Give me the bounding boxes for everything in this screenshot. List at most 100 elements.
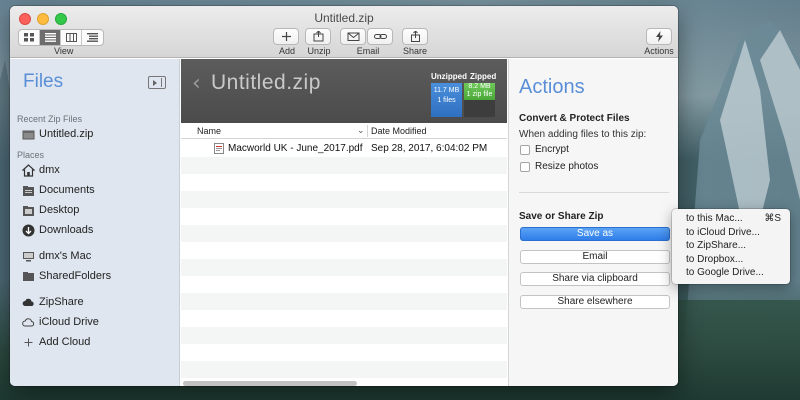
save-as-button[interactable]: Save as <box>520 227 670 241</box>
share-elsewhere-button[interactable]: Share elsewhere <box>520 295 670 309</box>
computer-icon <box>21 249 35 263</box>
back-chevron-icon[interactable]: ‹ <box>192 71 201 96</box>
resize-label: Resize photos <box>535 161 599 172</box>
actions-button[interactable] <box>646 28 672 45</box>
sidebar-item-label: Desktop <box>39 204 80 216</box>
add-button[interactable] <box>273 28 299 45</box>
save-as-menu: to this Mac... ⌘S to iCloud Drive... to … <box>672 209 790 284</box>
zip-archive-icon <box>21 127 35 141</box>
zip-header: ‹ Untitled.zip Unzipped Zipped 11.7 MB 1… <box>181 59 507 123</box>
section-divider <box>519 192 669 193</box>
share-button[interactable] <box>402 28 428 45</box>
actions-title: Actions <box>519 76 585 98</box>
sidebar-item-dmx-mac[interactable]: dmx's Mac <box>21 248 91 264</box>
file-date: Sep 28, 2017, 6:04:02 PM <box>371 143 488 154</box>
sidebar-item-add-cloud[interactable]: Add Cloud <box>21 334 90 350</box>
encrypt-checkbox[interactable]: Encrypt <box>520 144 569 155</box>
unzip-icon <box>313 31 323 42</box>
flow-view-button[interactable] <box>82 30 103 45</box>
empty-row <box>181 327 507 344</box>
share-icon <box>410 31 420 42</box>
places-header: Places <box>17 150 45 160</box>
app-window: Untitled.zip View Add Unzip Email Share … <box>10 6 678 386</box>
sidebar-item-label: Documents <box>39 184 95 196</box>
sidebar-item-label: Downloads <box>39 224 94 236</box>
sidebar-item-sharedfolders[interactable]: SharedFolders <box>21 268 111 284</box>
name-column-header[interactable]: Name <box>197 126 221 136</box>
menu-item-to-google-drive[interactable]: to Google Drive... <box>672 266 790 280</box>
icon-view-button[interactable] <box>19 30 40 45</box>
sidebar-item-label: ZipShare <box>39 296 84 308</box>
cloud-outline-icon <box>21 315 35 329</box>
empty-row <box>181 191 507 208</box>
sidebar-item-label: iCloud Drive <box>39 316 99 328</box>
unzip-label: Unzip <box>307 46 331 56</box>
unzipped-label: Unzipped <box>431 72 467 81</box>
empty-row <box>181 310 507 327</box>
menu-item-to-dropbox[interactable]: to Dropbox... <box>672 253 790 267</box>
menu-shortcut: ⌘S <box>764 213 781 224</box>
sidebar-item-untitled-zip[interactable]: Untitled.zip <box>21 126 93 142</box>
empty-row <box>181 242 507 259</box>
link-icon <box>373 34 387 39</box>
folder-icon <box>21 269 35 283</box>
unzip-button[interactable] <box>305 28 331 45</box>
empty-row <box>181 276 507 293</box>
file-browser: ‹ Untitled.zip Unzipped Zipped 11.7 MB 1… <box>181 59 507 386</box>
file-name: Macworld UK - June_2017.pdf <box>228 143 363 154</box>
empty-row <box>181 174 507 191</box>
resize-photos-checkbox[interactable]: Resize photos <box>520 161 598 172</box>
menu-item-to-zipshare[interactable]: to ZipShare... <box>672 239 790 253</box>
share-clipboard-button[interactable]: Share via clipboard <box>520 272 670 286</box>
sidebar-item-desktop[interactable]: Desktop <box>21 202 79 218</box>
zipped-size: 8.2 MB <box>468 83 491 90</box>
date-column-header[interactable]: Date Modified <box>371 126 427 136</box>
actions-panel: Actions Convert & Protect Files When add… <box>508 59 678 386</box>
list-icon <box>44 33 56 42</box>
sidebar-item-label: dmx <box>39 164 60 176</box>
email-toolbar-button[interactable] <box>340 28 366 45</box>
sidebar-item-icloud-drive[interactable]: iCloud Drive <box>21 314 99 330</box>
link-toolbar-button[interactable] <box>367 28 393 45</box>
empty-row <box>181 361 507 378</box>
sidebar-item-label: Untitled.zip <box>39 128 94 140</box>
plus-icon <box>281 32 291 41</box>
sidebar-item-dmx[interactable]: dmx <box>21 162 60 178</box>
documents-icon <box>21 183 35 197</box>
view-switcher <box>18 29 104 46</box>
menu-item-to-this-mac[interactable]: to this Mac... ⌘S <box>672 212 790 226</box>
unzipped-size: 11.7 MB <box>433 87 460 94</box>
convert-header: Convert & Protect Files <box>519 113 630 124</box>
unzipped-size-box: 11.7 MB 1 files <box>431 83 462 117</box>
list-view-button[interactable] <box>40 30 61 45</box>
menu-item-to-icloud-drive[interactable]: to iCloud Drive... <box>672 226 790 240</box>
menu-item-label: to Dropbox... <box>686 253 744 265</box>
toolbar: Untitled.zip View Add Unzip Email Share … <box>10 6 678 58</box>
email-label: Email <box>356 46 380 56</box>
email-button[interactable]: Email <box>520 250 670 264</box>
sidebar-item-label: dmx's Mac <box>39 250 92 262</box>
table-row[interactable]: Macworld UK - June_2017.pdf Sep 28, 2017… <box>181 140 507 157</box>
convert-subtitle: When adding files to this zip: <box>519 129 647 140</box>
sort-chevron-icon[interactable]: ⌄ <box>357 125 365 136</box>
grid-icon <box>23 33 34 42</box>
share-label: Share <box>402 46 428 56</box>
checkbox-icon <box>520 161 530 172</box>
zipped-files: 1 zip file <box>466 91 493 98</box>
column-view-button[interactable] <box>61 30 82 45</box>
menu-item-label: to Google Drive... <box>686 267 764 278</box>
sidebar-item-documents[interactable]: Documents <box>21 182 95 198</box>
sidebar-title: Files <box>23 71 64 92</box>
lightning-icon <box>655 31 663 42</box>
checkbox-icon <box>520 144 530 155</box>
unzipped-files: 1 files <box>437 97 456 104</box>
column-divider[interactable] <box>367 125 368 137</box>
sidebar-item-downloads[interactable]: Downloads <box>21 222 93 238</box>
sidebar-item-zipshare[interactable]: ZipShare <box>21 294 84 310</box>
menu-item-label: to this Mac... <box>686 213 743 224</box>
horizontal-scrollbar[interactable] <box>183 381 357 386</box>
column-header: Name ⌄ Date Modified <box>181 123 507 139</box>
toggle-sidebar-icon[interactable] <box>148 76 166 89</box>
envelope-icon <box>347 32 359 41</box>
home-icon <box>21 163 35 177</box>
